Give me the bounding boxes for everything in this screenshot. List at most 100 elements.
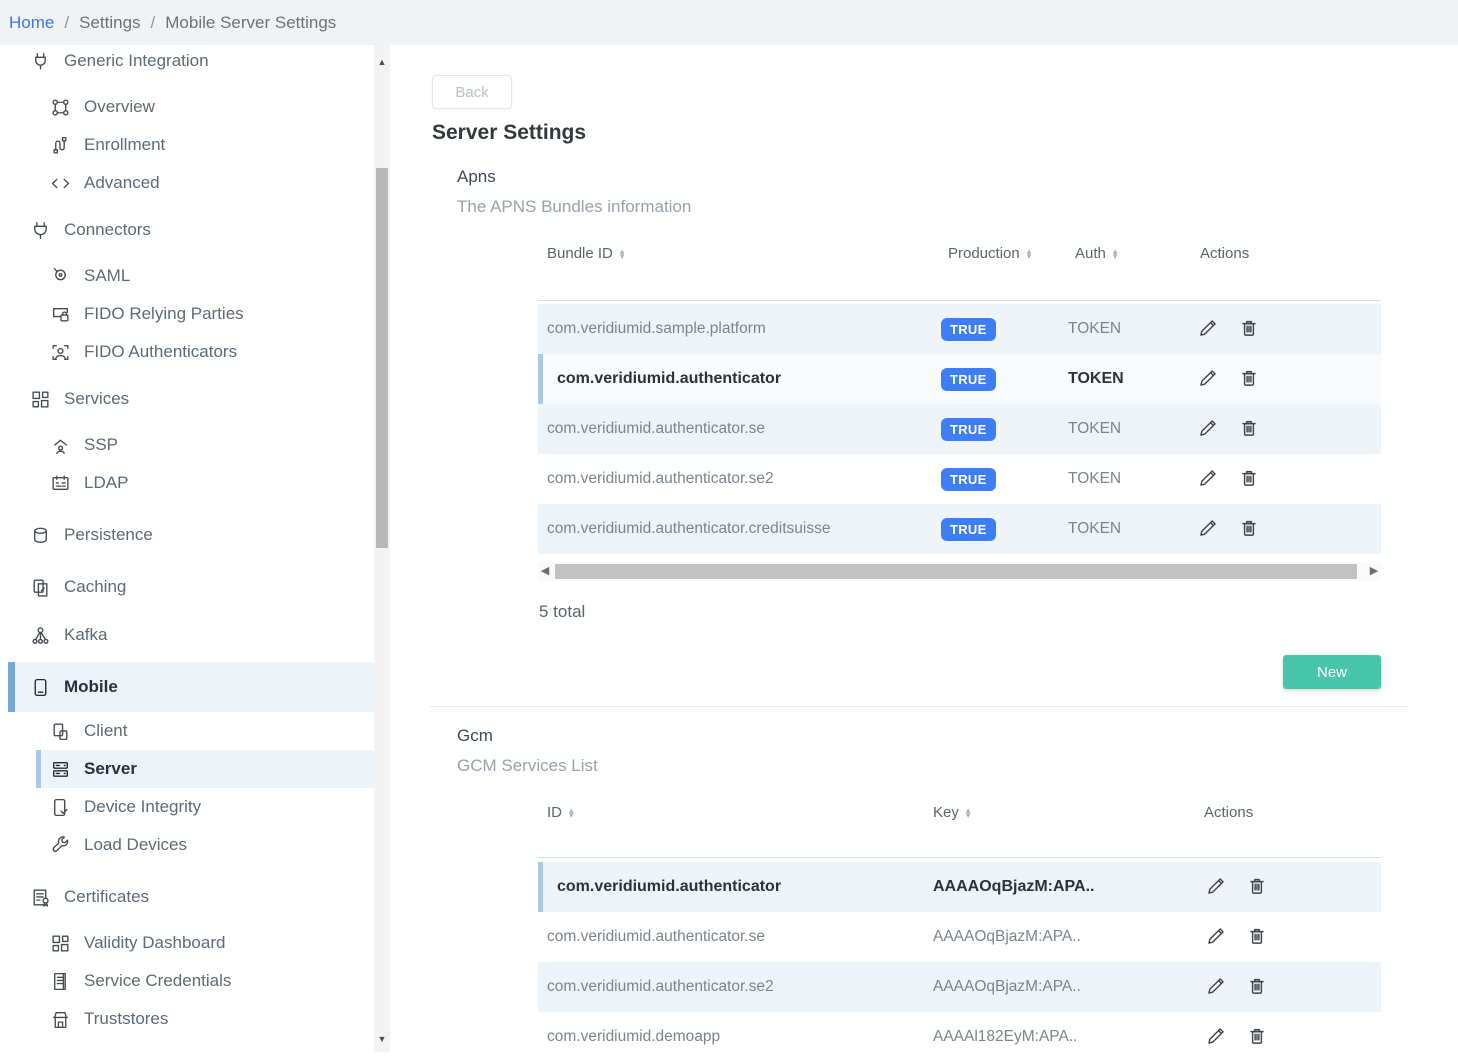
new-button[interactable]: New bbox=[1283, 655, 1381, 689]
sidebar-item-kafka[interactable]: Kafka bbox=[8, 616, 374, 654]
apns-horizontal-scrollbar: ◀ ▶ bbox=[538, 562, 1381, 581]
enrollment-icon bbox=[50, 135, 71, 156]
breadcrumb-item-mobile-server-settings: Mobile Server Settings bbox=[165, 13, 336, 33]
apns-table-row[interactable]: com.veridiumid.sample.platformTRUETOKEN bbox=[538, 304, 1381, 354]
sidebar-item-load-devices[interactable]: Load Devices bbox=[8, 826, 374, 864]
column-header-bundle-id[interactable]: Bundle ID▴▾ bbox=[547, 245, 624, 262]
scroll-up-arrow[interactable]: ▲ bbox=[374, 57, 390, 67]
delete-button[interactable] bbox=[1245, 975, 1269, 999]
column-header-key[interactable]: Key▴▾ bbox=[933, 804, 970, 821]
delete-button[interactable] bbox=[1237, 367, 1261, 391]
sidebar-item-client[interactable]: Client bbox=[8, 712, 374, 750]
sidebar-item-label: Service Credentials bbox=[84, 971, 231, 991]
sidebar-item-server[interactable]: Server bbox=[36, 750, 374, 788]
sidebar-item-saml[interactable]: SAML bbox=[8, 257, 374, 295]
sidebar-item-ldap[interactable]: LDAP bbox=[8, 464, 374, 502]
sidebar-item-service-credentials[interactable]: Service Credentials bbox=[8, 962, 374, 1000]
scroll-left-arrow[interactable]: ◀ bbox=[538, 564, 552, 579]
sidebar-item-device-integrity[interactable]: Device Integrity bbox=[8, 788, 374, 826]
column-header-label: Auth bbox=[1075, 245, 1106, 262]
gcm-section-subtitle: GCM Services List bbox=[457, 756, 598, 776]
sidebar-item-fido-authenticators[interactable]: FIDO Authenticators bbox=[8, 333, 374, 371]
sidebar-item-advanced[interactable]: Advanced bbox=[8, 164, 374, 202]
database-icon bbox=[30, 525, 51, 546]
edit-button[interactable] bbox=[1204, 875, 1228, 899]
edit-button[interactable] bbox=[1204, 1025, 1228, 1049]
grid-icon bbox=[50, 933, 71, 954]
phone-icon bbox=[30, 677, 51, 698]
column-header-id[interactable]: ID▴▾ bbox=[547, 804, 574, 821]
scroll-right-arrow[interactable]: ▶ bbox=[1367, 564, 1381, 579]
auth-cell: TOKEN bbox=[1068, 304, 1121, 354]
delete-button[interactable] bbox=[1245, 875, 1269, 899]
edit-button[interactable] bbox=[1196, 467, 1220, 491]
bundle-id-cell: com.veridiumid.authenticator.se bbox=[547, 404, 765, 454]
sidebar-item-label: Connectors bbox=[64, 220, 151, 240]
breadcrumb-item-settings[interactable]: Settings bbox=[79, 13, 140, 33]
sidebar-item-connectors[interactable]: Connectors bbox=[8, 211, 374, 249]
sidebar-scrollbar-thumb[interactable] bbox=[376, 168, 388, 548]
column-header-auth[interactable]: Auth▴▾ bbox=[1075, 245, 1117, 262]
column-header-label: Production bbox=[948, 245, 1020, 262]
apns-table-row[interactable]: com.veridiumid.authenticator.se2TRUETOKE… bbox=[538, 454, 1381, 504]
connector-icon bbox=[30, 220, 51, 241]
apns-table-row[interactable]: com.veridiumid.authenticator.creditsuiss… bbox=[538, 504, 1381, 554]
sidebar-item-label: Truststores bbox=[84, 1009, 168, 1029]
scroll-down-arrow[interactable]: ▼ bbox=[374, 1034, 390, 1044]
edit-button[interactable] bbox=[1196, 317, 1220, 341]
service-id-cell: com.veridiumid.demoapp bbox=[547, 1012, 720, 1062]
trash-icon bbox=[1238, 527, 1260, 542]
delete-button[interactable] bbox=[1237, 317, 1261, 341]
sidebar-item-mobile[interactable]: Mobile bbox=[8, 662, 374, 712]
page-title: Server Settings bbox=[432, 121, 586, 145]
delete-button[interactable] bbox=[1237, 417, 1261, 441]
edit-button[interactable] bbox=[1196, 367, 1220, 391]
key-cell: AAAAOqBjazM:APA.. bbox=[933, 862, 1094, 912]
back-button[interactable]: Back bbox=[432, 75, 512, 109]
store-icon bbox=[50, 1009, 71, 1030]
breadcrumb-separator: / bbox=[64, 13, 69, 33]
edit-button[interactable] bbox=[1196, 517, 1220, 541]
pencil-icon bbox=[1205, 985, 1227, 1000]
sidebar-item-truststores[interactable]: Truststores bbox=[8, 1000, 374, 1038]
apns-table-row[interactable]: com.veridiumid.authenticator.seTRUETOKEN bbox=[538, 404, 1381, 454]
pencil-icon bbox=[1197, 427, 1219, 442]
gcm-table-row[interactable]: com.veridiumid.authenticator AAAAOqBjazM:… bbox=[538, 862, 1381, 912]
gcm-table-row[interactable]: com.veridiumid.authenticator.se2AAAAOqBj… bbox=[538, 962, 1381, 1012]
column-header-label: ID bbox=[547, 804, 562, 821]
delete-button[interactable] bbox=[1237, 467, 1261, 491]
service-id-cell: com.veridiumid.authenticator.se bbox=[547, 912, 765, 962]
delete-button[interactable] bbox=[1245, 925, 1269, 949]
sidebar-item-services[interactable]: Services bbox=[8, 380, 374, 418]
sidebar-item-fido-relying-parties[interactable]: FIDO Relying Parties bbox=[8, 295, 374, 333]
horizontal-scrollbar-thumb[interactable] bbox=[555, 564, 1357, 579]
sidebar-item-enrollment[interactable]: Enrollment bbox=[8, 126, 374, 164]
delete-button[interactable] bbox=[1245, 1025, 1269, 1049]
trash-icon bbox=[1246, 985, 1268, 1000]
sidebar-item-ssp[interactable]: SSP bbox=[8, 426, 374, 464]
sidebar-item-label: Advanced bbox=[84, 173, 160, 193]
sidebar-item-label: Enrollment bbox=[84, 135, 165, 155]
gcm-header-rule bbox=[538, 857, 1381, 858]
gcm-table-row[interactable]: com.veridiumid.authenticator.seAAAAOqBja… bbox=[538, 912, 1381, 962]
breadcrumb-item-home[interactable]: Home bbox=[9, 13, 54, 33]
apns-table-row[interactable]: com.veridiumid.authenticatorTRUETOKEN bbox=[538, 354, 1381, 404]
column-header-production[interactable]: Production▴▾ bbox=[948, 245, 1031, 262]
auth-cell: TOKEN bbox=[1068, 354, 1124, 404]
sidebar-item-validity-dashboard[interactable]: Validity Dashboard bbox=[8, 924, 374, 962]
delete-button[interactable] bbox=[1237, 517, 1261, 541]
sidebar-item-persistence[interactable]: Persistence bbox=[8, 516, 374, 554]
sidebar-item-generic-integration[interactable]: Generic Integration bbox=[8, 45, 374, 80]
edit-button[interactable] bbox=[1196, 417, 1220, 441]
sidebar-item-overview[interactable]: Overview bbox=[8, 88, 374, 126]
edit-button[interactable] bbox=[1204, 925, 1228, 949]
sidebar-item-label: FIDO Relying Parties bbox=[84, 304, 244, 324]
device-check-icon bbox=[50, 797, 71, 818]
sidebar-item-caching[interactable]: Caching bbox=[8, 568, 374, 606]
edit-button[interactable] bbox=[1204, 975, 1228, 999]
sidebar-item-certificates[interactable]: Certificates bbox=[8, 878, 374, 916]
service-id-cell: com.veridiumid.authenticator bbox=[557, 862, 781, 912]
server-icon bbox=[50, 759, 71, 780]
gcm-table-row[interactable]: com.veridiumid.demoappAAAAl182EyM:APA.. bbox=[538, 1012, 1381, 1062]
bundle-id-cell: com.veridiumid.authenticator bbox=[557, 354, 781, 404]
